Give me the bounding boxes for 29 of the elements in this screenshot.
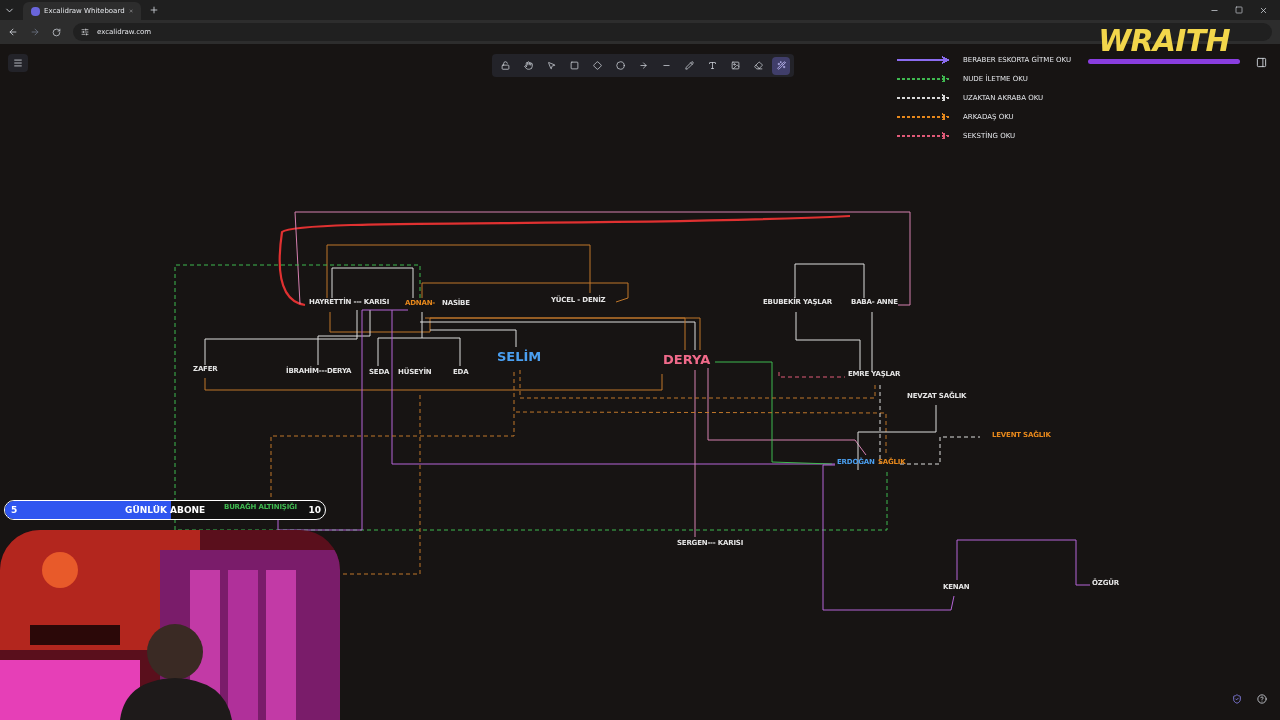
lock-icon [500, 61, 510, 70]
library-icon[interactable] [1256, 57, 1267, 68]
wand-tool[interactable] [772, 56, 790, 75]
pointer-icon [546, 61, 556, 70]
node-label: DERYA [663, 353, 711, 366]
close-icon[interactable] [1259, 5, 1268, 15]
eraser-icon [753, 61, 763, 70]
goal-end-count: 10 [308, 504, 321, 517]
text-icon [707, 61, 717, 70]
shield-icon[interactable] [1232, 694, 1242, 704]
new-tab-icon[interactable] [149, 5, 159, 15]
menu-button[interactable] [8, 54, 28, 72]
maximize-icon[interactable] [1235, 5, 1243, 14]
node-label: SELİM [497, 350, 542, 363]
help-icon[interactable] [1257, 694, 1267, 704]
diamond-icon [592, 61, 602, 70]
menu-icon [13, 58, 23, 68]
wand-icon [776, 61, 786, 70]
image-icon [730, 61, 740, 70]
circle-icon [615, 61, 625, 70]
back-icon[interactable] [8, 27, 18, 37]
square-icon [569, 61, 579, 70]
goal-start-count: 5 [11, 504, 18, 517]
pencil-icon [684, 61, 694, 70]
arrow-icon [638, 61, 648, 70]
reload-icon[interactable] [52, 27, 61, 37]
hand-icon [523, 61, 533, 70]
excalidraw-favicon [31, 6, 40, 16]
site-settings-icon[interactable] [81, 28, 89, 36]
